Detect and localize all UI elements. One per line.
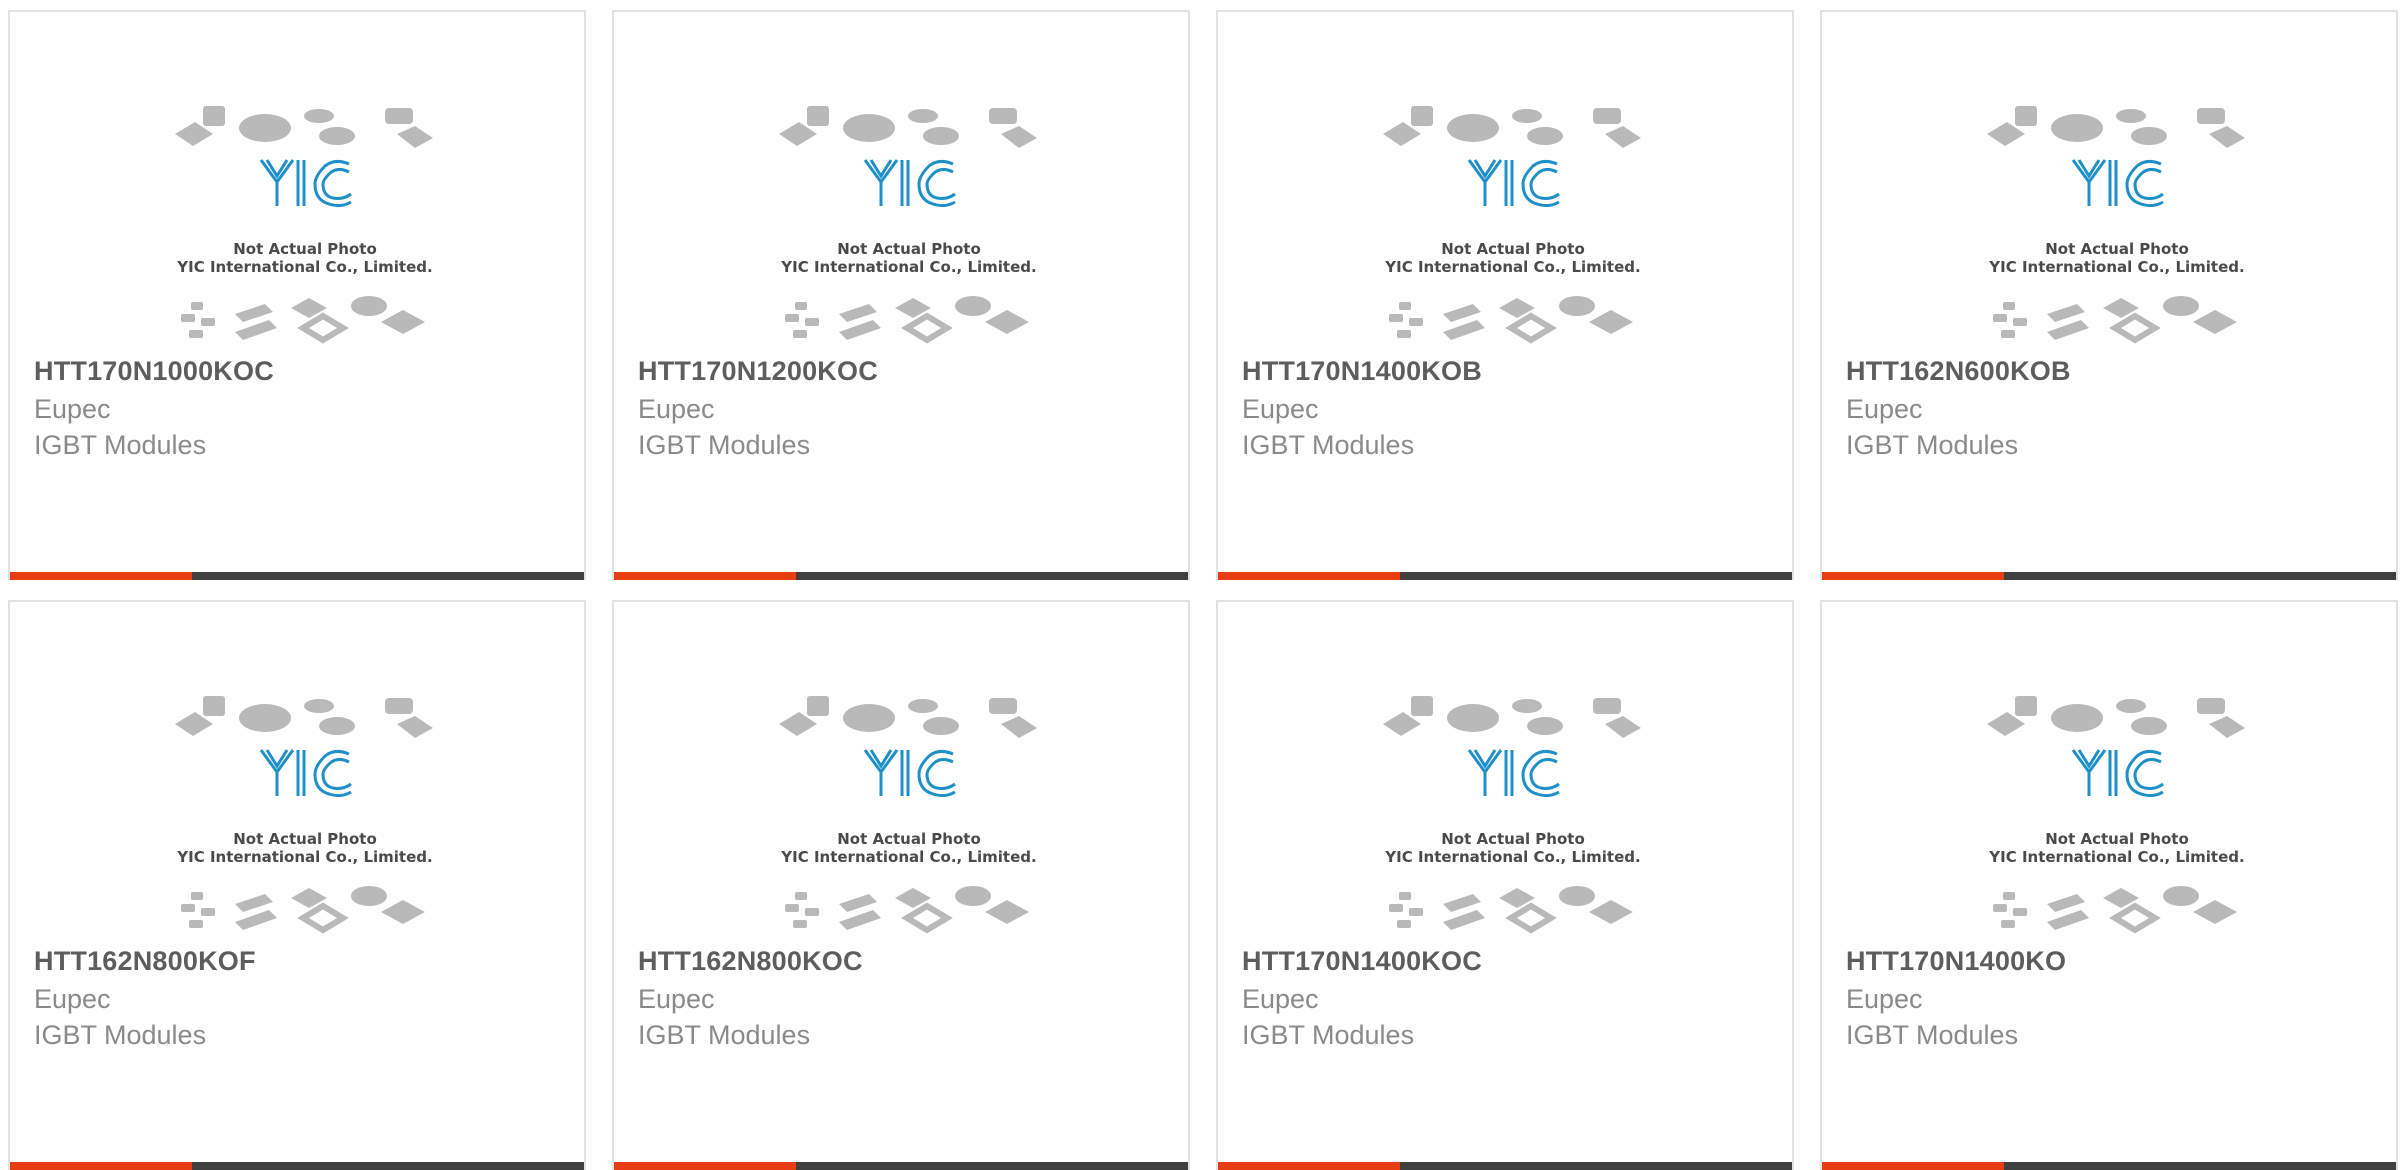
manufacturer-label: Eupec: [638, 394, 715, 424]
not-actual-photo-placeholder-icon: Not Actual Photo YIC International Co., …: [1383, 106, 1641, 344]
part-number-link[interactable]: HTT162N600KOB: [1846, 356, 2071, 387]
category-label: IGBT Modules: [1242, 1020, 1415, 1050]
not-actual-photo-placeholder-icon: Not Actual Photo YIC International Co., …: [1987, 106, 2245, 344]
manufacturer-label: Eupec: [1242, 394, 1319, 424]
card-accent-bar: [10, 1162, 192, 1170]
svg-text:Not Actual Photo: Not Actual Photo: [233, 830, 377, 848]
svg-text:Not Actual Photo: Not Actual Photo: [837, 240, 981, 258]
svg-text:YIC International Co., Limited: YIC International Co., Limited.: [176, 848, 432, 866]
manufacturer-label: Eupec: [34, 394, 111, 424]
manufacturer-label: Eupec: [1242, 984, 1319, 1014]
card-bottom-bar: [1218, 572, 1792, 580]
svg-text:YIC International Co., Limited: YIC International Co., Limited.: [1988, 258, 2244, 276]
category-label: IGBT Modules: [1846, 430, 2019, 460]
svg-text:Not Actual Photo: Not Actual Photo: [837, 830, 981, 848]
product-card[interactable]: Not Actual Photo YIC International Co., …: [612, 600, 1190, 1170]
card-bottom-bar: [614, 572, 1188, 580]
product-image[interactable]: Not Actual Photo YIC International Co., …: [777, 692, 1041, 940]
product-image[interactable]: Not Actual Photo YIC International Co., …: [1985, 102, 2249, 350]
part-number-link[interactable]: HTT162N800KOF: [34, 946, 256, 977]
not-actual-photo-placeholder-icon: Not Actual Photo YIC International Co., …: [175, 696, 433, 934]
card-accent-bar: [10, 572, 192, 580]
not-actual-photo-placeholder-icon: Not Actual Photo YIC International Co., …: [779, 696, 1037, 934]
part-number-link[interactable]: HTT170N1400KOB: [1242, 356, 1482, 387]
manufacturer-label: Eupec: [638, 984, 715, 1014]
part-number-link[interactable]: HTT170N1400KOC: [1242, 946, 1482, 977]
svg-text:Not Actual Photo: Not Actual Photo: [233, 240, 377, 258]
card-accent-bar: [1218, 572, 1400, 580]
card-accent-bar: [1218, 1162, 1400, 1170]
manufacturer-label: Eupec: [1846, 394, 1923, 424]
part-number-link[interactable]: HTT170N1200KOC: [638, 356, 878, 387]
product-card[interactable]: Not Actual Photo YIC International Co., …: [1820, 600, 2398, 1170]
svg-text:Not Actual Photo: Not Actual Photo: [2045, 830, 2189, 848]
category-label: IGBT Modules: [34, 1020, 207, 1050]
not-actual-photo-placeholder-icon: Not Actual Photo YIC International Co., …: [1383, 696, 1641, 934]
product-card[interactable]: Not Actual Photo YIC International Co., …: [1216, 600, 1794, 1170]
product-image[interactable]: Not Actual Photo YIC International Co., …: [1381, 102, 1645, 350]
card-accent-bar: [1822, 572, 2004, 580]
card-bottom-bar: [1218, 1162, 1792, 1170]
card-accent-bar: [614, 1162, 796, 1170]
manufacturer-label: Eupec: [1846, 984, 1923, 1014]
part-number-link[interactable]: HTT162N800KOC: [638, 946, 863, 977]
card-accent-bar: [614, 572, 796, 580]
svg-text:YIC International Co., Limited: YIC International Co., Limited.: [1384, 258, 1640, 276]
not-actual-photo-placeholder-icon: Not Actual Photo YIC International Co., …: [1987, 696, 2245, 934]
not-actual-photo-placeholder-icon: Not Actual Photo YIC International Co., …: [175, 106, 433, 344]
card-bottom-bar: [10, 572, 584, 580]
product-grid: Not Actual Photo YIC International Co., …: [8, 10, 2398, 1170]
product-card[interactable]: Not Actual Photo YIC International Co., …: [612, 10, 1190, 580]
not-actual-photo-placeholder-icon: Not Actual Photo YIC International Co., …: [779, 106, 1037, 344]
svg-text:YIC International Co., Limited: YIC International Co., Limited.: [1384, 848, 1640, 866]
svg-text:Not Actual Photo: Not Actual Photo: [1441, 240, 1585, 258]
product-image[interactable]: Not Actual Photo YIC International Co., …: [173, 692, 437, 940]
product-image[interactable]: Not Actual Photo YIC International Co., …: [1985, 692, 2249, 940]
card-bottom-bar: [10, 1162, 584, 1170]
card-bottom-bar: [1822, 572, 2396, 580]
product-image[interactable]: Not Actual Photo YIC International Co., …: [173, 102, 437, 350]
category-label: IGBT Modules: [1846, 1020, 2019, 1050]
category-label: IGBT Modules: [34, 430, 207, 460]
category-label: IGBT Modules: [1242, 430, 1415, 460]
product-card[interactable]: Not Actual Photo YIC International Co., …: [1820, 10, 2398, 580]
svg-text:YIC International Co., Limited: YIC International Co., Limited.: [780, 258, 1036, 276]
product-image[interactable]: Not Actual Photo YIC International Co., …: [1381, 692, 1645, 940]
card-bottom-bar: [1822, 1162, 2396, 1170]
part-number-link[interactable]: HTT170N1400KO: [1846, 946, 2066, 977]
svg-text:Not Actual Photo: Not Actual Photo: [2045, 240, 2189, 258]
card-bottom-bar: [614, 1162, 1188, 1170]
part-number-link[interactable]: HTT170N1000KOC: [34, 356, 274, 387]
card-accent-bar: [1822, 1162, 2004, 1170]
category-label: IGBT Modules: [638, 1020, 811, 1050]
svg-text:YIC International Co., Limited: YIC International Co., Limited.: [176, 258, 432, 276]
manufacturer-label: Eupec: [34, 984, 111, 1014]
svg-text:YIC International Co., Limited: YIC International Co., Limited.: [1988, 848, 2244, 866]
product-image[interactable]: Not Actual Photo YIC International Co., …: [777, 102, 1041, 350]
product-card[interactable]: Not Actual Photo YIC International Co., …: [8, 600, 586, 1170]
category-label: IGBT Modules: [638, 430, 811, 460]
svg-text:YIC International Co., Limited: YIC International Co., Limited.: [780, 848, 1036, 866]
product-card[interactable]: Not Actual Photo YIC International Co., …: [8, 10, 586, 580]
svg-text:Not Actual Photo: Not Actual Photo: [1441, 830, 1585, 848]
product-card[interactable]: Not Actual Photo YIC International Co., …: [1216, 10, 1794, 580]
